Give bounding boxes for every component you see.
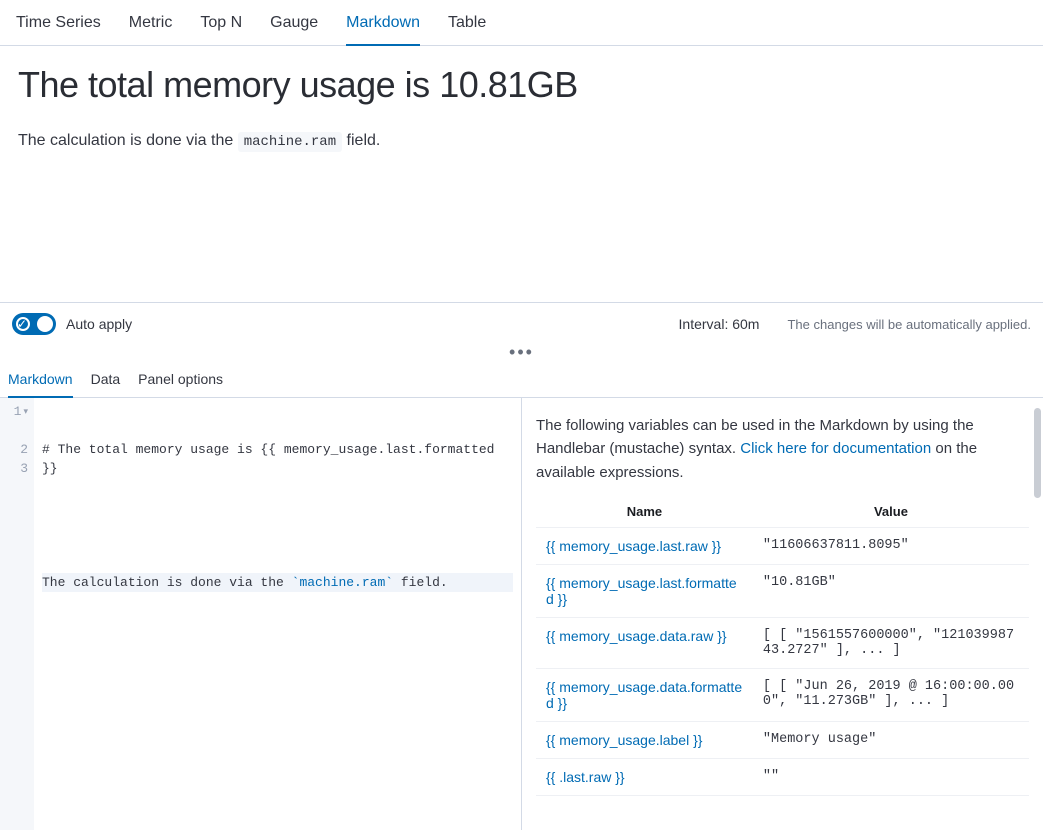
subtab-panel-options[interactable]: Panel options xyxy=(138,371,223,397)
table-row: {{ memory_usage.data.formatted }} [ [ "J… xyxy=(536,668,1029,721)
variable-name[interactable]: {{ memory_usage.data.formatted }} xyxy=(536,668,753,721)
variable-name[interactable]: {{ memory_usage.label }} xyxy=(536,721,753,758)
preview-desc-code: machine.ram xyxy=(238,132,342,152)
tab-metric[interactable]: Metric xyxy=(129,2,173,45)
code-gutter: 1▾ 2 3 xyxy=(0,398,34,830)
subtab-data[interactable]: Data xyxy=(91,371,121,397)
variables-table: Name Value {{ memory_usage.last.raw }} "… xyxy=(536,496,1029,796)
table-row: {{ memory_usage.last.formatted }} "10.81… xyxy=(536,564,1029,617)
reference-intro: The following variables can be used in t… xyxy=(536,414,1029,484)
variable-value: [ [ "Jun 26, 2019 @ 16:00:00.000", "11.2… xyxy=(753,668,1029,721)
table-row: {{ memory_usage.data.raw }} [ [ "1561557… xyxy=(536,617,1029,668)
documentation-link[interactable]: Click here for documentation xyxy=(740,440,931,457)
auto-apply-note: The changes will be automatically applie… xyxy=(787,317,1031,332)
variable-name[interactable]: {{ memory_usage.last.raw }} xyxy=(536,527,753,564)
variable-value: "11606637811.8095" xyxy=(753,527,1029,564)
variable-name[interactable]: {{ memory_usage.data.raw }} xyxy=(536,617,753,668)
check-icon: ✓ xyxy=(17,316,27,332)
subtab-markdown[interactable]: Markdown xyxy=(8,371,73,397)
auto-apply-label: Auto apply xyxy=(66,316,132,332)
code-line xyxy=(42,516,513,535)
control-bar: ✓ Auto apply Interval: 60m The changes w… xyxy=(0,302,1043,345)
resize-handle[interactable]: ••• xyxy=(0,345,1043,359)
variable-value: "Memory usage" xyxy=(753,721,1029,758)
interval-label: Interval: 60m xyxy=(679,316,760,332)
variable-value: "" xyxy=(753,758,1029,795)
scrollbar[interactable] xyxy=(1034,408,1041,498)
tab-markdown[interactable]: Markdown xyxy=(346,2,420,45)
table-row: {{ .last.raw }} "" xyxy=(536,758,1029,795)
variable-name[interactable]: {{ .last.raw }} xyxy=(536,758,753,795)
editor-panes: 1▾ 2 3 # The total memory usage is {{ me… xyxy=(0,398,1043,830)
editor-subtabs: Markdown Data Panel options xyxy=(0,359,1043,398)
fold-icon[interactable]: ▾ xyxy=(23,403,28,422)
code-lines[interactable]: # The total memory usage is {{ memory_us… xyxy=(34,398,521,830)
code-line: # The total memory usage is {{ memory_us… xyxy=(42,440,513,478)
variable-name[interactable]: {{ memory_usage.last.formatted }} xyxy=(536,564,753,617)
variable-value: "10.81GB" xyxy=(753,564,1029,617)
preview-heading: The total memory usage is 10.81GB xyxy=(18,64,1025,106)
auto-apply-toggle[interactable]: ✓ xyxy=(12,313,56,335)
variable-value: [ [ "1561557600000", "12103998743.2727" … xyxy=(753,617,1029,668)
code-line-current: The calculation is done via the `machine… xyxy=(42,573,513,592)
tab-time-series[interactable]: Time Series xyxy=(16,2,101,45)
viz-type-tabs: Time Series Metric Top N Gauge Markdown … xyxy=(0,0,1043,46)
tab-gauge[interactable]: Gauge xyxy=(270,2,318,45)
table-row: {{ memory_usage.label }} "Memory usage" xyxy=(536,721,1029,758)
code-editor[interactable]: 1▾ 2 3 # The total memory usage is {{ me… xyxy=(0,398,522,830)
preview-heading-value: 10.81GB xyxy=(439,64,578,105)
tab-top-n[interactable]: Top N xyxy=(200,2,242,45)
markdown-preview: The total memory usage is 10.81GB The ca… xyxy=(0,46,1043,302)
col-value-header: Value xyxy=(753,496,1029,528)
preview-description: The calculation is done via the machine.… xyxy=(18,132,1025,150)
preview-heading-text: The total memory usage is xyxy=(18,64,439,105)
table-row: {{ memory_usage.last.raw }} "11606637811… xyxy=(536,527,1029,564)
tab-table[interactable]: Table xyxy=(448,2,486,45)
preview-desc-suffix: field. xyxy=(342,132,380,149)
variables-reference: The following variables can be used in t… xyxy=(522,398,1043,830)
col-name-header: Name xyxy=(536,496,753,528)
preview-desc-prefix: The calculation is done via the xyxy=(18,132,238,149)
